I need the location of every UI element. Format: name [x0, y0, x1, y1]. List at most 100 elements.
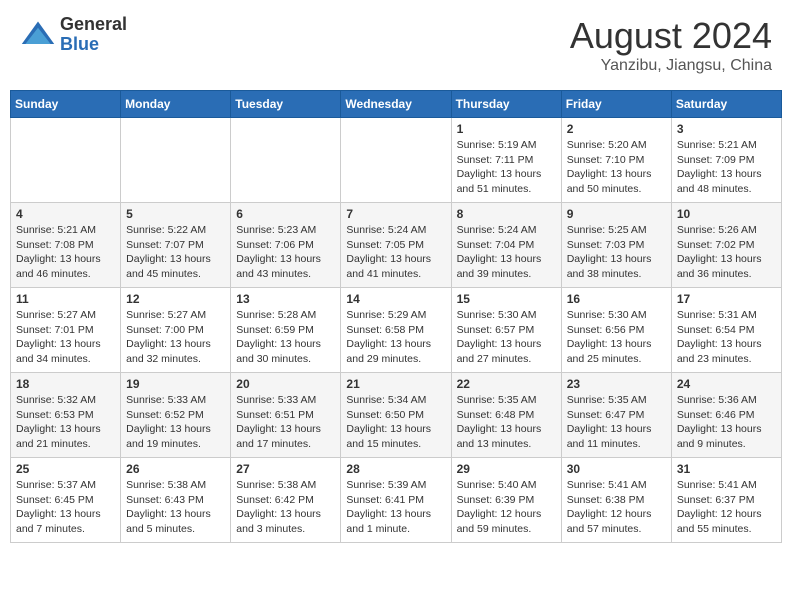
logo-icon — [20, 17, 56, 53]
calendar-cell: 27Sunrise: 5:38 AM Sunset: 6:42 PM Dayli… — [231, 458, 341, 543]
calendar-cell: 20Sunrise: 5:33 AM Sunset: 6:51 PM Dayli… — [231, 373, 341, 458]
day-number: 12 — [126, 292, 225, 306]
day-number: 8 — [457, 207, 556, 221]
calendar-cell: 2 Sunrise: 5:20 AM Sunset: 7:10 PM Daylig… — [561, 118, 671, 203]
calendar-cell: 29Sunrise: 5:40 AM Sunset: 6:39 PM Dayli… — [451, 458, 561, 543]
calendar-cell: 9 Sunrise: 5:25 AM Sunset: 7:03 PM Daylig… — [561, 203, 671, 288]
calendar-week-row: 18 Sunrise: 5:32 AM Sunset: 6:53 PM Dayli… — [11, 373, 782, 458]
day-number: 5 — [126, 207, 225, 221]
weekday-header-friday: Friday — [561, 91, 671, 118]
calendar-cell: 28 Sunrise: 5:39 AM Sunset: 6:41 PM Dayli… — [341, 458, 451, 543]
calendar-cell — [121, 118, 231, 203]
day-info: Sunrise: 5:33 AM Sunset: 6:51 PM Dayligh… — [236, 393, 335, 452]
calendar-cell: 18 Sunrise: 5:32 AM Sunset: 6:53 PM Dayli… — [11, 373, 121, 458]
logo-text: General Blue — [60, 15, 127, 55]
day-number: 26 — [126, 462, 225, 476]
day-info: Sunrise: 5:21 AM Sunset: 7:08 PM Dayligh… — [16, 223, 115, 282]
day-info: Sunrise: 5:23 AM Sunset: 7:06 PM Dayligh… — [236, 223, 335, 282]
day-info: Sunrise: 5:35 AM Sunset: 6:47 PM Dayligh… — [567, 393, 666, 452]
day-info: Sunrise: 5:27 AM Sunset: 7:01 PM Dayligh… — [16, 308, 115, 367]
calendar: SundayMondayTuesdayWednesdayThursdayFrid… — [10, 90, 782, 543]
calendar-cell: 1 Sunrise: 5:19 AM Sunset: 7:11 PM Daylig… — [451, 118, 561, 203]
logo-general: General — [60, 15, 127, 35]
day-info: Sunrise: 5:26 AM Sunset: 7:02 PM Dayligh… — [677, 223, 776, 282]
calendar-cell: 8Sunrise: 5:24 AM Sunset: 7:04 PM Daylig… — [451, 203, 561, 288]
calendar-cell: 15 Sunrise: 5:30 AM Sunset: 6:57 PM Dayli… — [451, 288, 561, 373]
day-info: Sunrise: 5:25 AM Sunset: 7:03 PM Dayligh… — [567, 223, 666, 282]
calendar-cell — [11, 118, 121, 203]
calendar-cell: 6 Sunrise: 5:23 AM Sunset: 7:06 PM Daylig… — [231, 203, 341, 288]
calendar-cell: 23 Sunrise: 5:35 AM Sunset: 6:47 PM Dayli… — [561, 373, 671, 458]
day-number: 1 — [457, 122, 556, 136]
day-number: 2 — [567, 122, 666, 136]
calendar-cell: 14Sunrise: 5:29 AM Sunset: 6:58 PM Dayli… — [341, 288, 451, 373]
day-info: Sunrise: 5:31 AM Sunset: 6:54 PM Dayligh… — [677, 308, 776, 367]
calendar-cell: 13 Sunrise: 5:28 AM Sunset: 6:59 PM Dayli… — [231, 288, 341, 373]
calendar-cell: 30Sunrise: 5:41 AM Sunset: 6:38 PM Dayli… — [561, 458, 671, 543]
calendar-cell: 3 Sunrise: 5:21 AM Sunset: 7:09 PM Daylig… — [671, 118, 781, 203]
day-info: Sunrise: 5:19 AM Sunset: 7:11 PM Dayligh… — [457, 138, 556, 197]
month-title: August 2024 — [570, 15, 772, 57]
calendar-cell: 21 Sunrise: 5:34 AM Sunset: 6:50 PM Dayli… — [341, 373, 451, 458]
day-info: Sunrise: 5:41 AM Sunset: 6:38 PM Dayligh… — [567, 478, 666, 537]
calendar-cell: 17Sunrise: 5:31 AM Sunset: 6:54 PM Dayli… — [671, 288, 781, 373]
day-number: 16 — [567, 292, 666, 306]
weekday-header-wednesday: Wednesday — [341, 91, 451, 118]
weekday-header-tuesday: Tuesday — [231, 91, 341, 118]
title-section: August 2024 Yanzibu, Jiangsu, China — [570, 15, 772, 75]
day-info: Sunrise: 5:20 AM Sunset: 7:10 PM Dayligh… — [567, 138, 666, 197]
day-info: Sunrise: 5:32 AM Sunset: 6:53 PM Dayligh… — [16, 393, 115, 452]
day-info: Sunrise: 5:30 AM Sunset: 6:57 PM Dayligh… — [457, 308, 556, 367]
day-info: Sunrise: 5:30 AM Sunset: 6:56 PM Dayligh… — [567, 308, 666, 367]
calendar-cell: 24Sunrise: 5:36 AM Sunset: 6:46 PM Dayli… — [671, 373, 781, 458]
day-info: Sunrise: 5:35 AM Sunset: 6:48 PM Dayligh… — [457, 393, 556, 452]
calendar-cell — [231, 118, 341, 203]
weekday-header-row: SundayMondayTuesdayWednesdayThursdayFrid… — [11, 91, 782, 118]
day-number: 9 — [567, 207, 666, 221]
day-info: Sunrise: 5:21 AM Sunset: 7:09 PM Dayligh… — [677, 138, 776, 197]
calendar-cell: 26 Sunrise: 5:38 AM Sunset: 6:43 PM Dayli… — [121, 458, 231, 543]
calendar-cell: 16 Sunrise: 5:30 AM Sunset: 6:56 PM Dayli… — [561, 288, 671, 373]
logo-blue: Blue — [60, 35, 127, 55]
day-number: 23 — [567, 377, 666, 391]
day-number: 13 — [236, 292, 335, 306]
day-info: Sunrise: 5:28 AM Sunset: 6:59 PM Dayligh… — [236, 308, 335, 367]
day-number: 3 — [677, 122, 776, 136]
calendar-cell: 11 Sunrise: 5:27 AM Sunset: 7:01 PM Dayli… — [11, 288, 121, 373]
day-number: 31 — [677, 462, 776, 476]
day-number: 22 — [457, 377, 556, 391]
calendar-cell: 5 Sunrise: 5:22 AM Sunset: 7:07 PM Daylig… — [121, 203, 231, 288]
calendar-week-row: 11 Sunrise: 5:27 AM Sunset: 7:01 PM Dayli… — [11, 288, 782, 373]
day-number: 18 — [16, 377, 115, 391]
day-number: 21 — [346, 377, 445, 391]
day-info: Sunrise: 5:33 AM Sunset: 6:52 PM Dayligh… — [126, 393, 225, 452]
day-info: Sunrise: 5:38 AM Sunset: 6:42 PM Dayligh… — [236, 478, 335, 537]
calendar-cell: 19 Sunrise: 5:33 AM Sunset: 6:52 PM Dayli… — [121, 373, 231, 458]
day-number: 19 — [126, 377, 225, 391]
day-info: Sunrise: 5:34 AM Sunset: 6:50 PM Dayligh… — [346, 393, 445, 452]
page-header: General Blue August 2024 Yanzibu, Jiangs… — [10, 10, 782, 80]
day-number: 7 — [346, 207, 445, 221]
day-number: 15 — [457, 292, 556, 306]
day-number: 6 — [236, 207, 335, 221]
day-info: Sunrise: 5:38 AM Sunset: 6:43 PM Dayligh… — [126, 478, 225, 537]
day-info: Sunrise: 5:39 AM Sunset: 6:41 PM Dayligh… — [346, 478, 445, 537]
logo: General Blue — [20, 15, 127, 55]
day-info: Sunrise: 5:37 AM Sunset: 6:45 PM Dayligh… — [16, 478, 115, 537]
weekday-header-thursday: Thursday — [451, 91, 561, 118]
day-info: Sunrise: 5:22 AM Sunset: 7:07 PM Dayligh… — [126, 223, 225, 282]
day-number: 11 — [16, 292, 115, 306]
day-info: Sunrise: 5:40 AM Sunset: 6:39 PM Dayligh… — [457, 478, 556, 537]
calendar-cell: 7 Sunrise: 5:24 AM Sunset: 7:05 PM Daylig… — [341, 203, 451, 288]
day-number: 14 — [346, 292, 445, 306]
calendar-cell: 10 Sunrise: 5:26 AM Sunset: 7:02 PM Dayli… — [671, 203, 781, 288]
calendar-cell — [341, 118, 451, 203]
calendar-week-row: 25Sunrise: 5:37 AM Sunset: 6:45 PM Dayli… — [11, 458, 782, 543]
day-info: Sunrise: 5:41 AM Sunset: 6:37 PM Dayligh… — [677, 478, 776, 537]
day-number: 28 — [346, 462, 445, 476]
day-number: 10 — [677, 207, 776, 221]
day-number: 4 — [16, 207, 115, 221]
day-info: Sunrise: 5:24 AM Sunset: 7:05 PM Dayligh… — [346, 223, 445, 282]
calendar-week-row: 1 Sunrise: 5:19 AM Sunset: 7:11 PM Daylig… — [11, 118, 782, 203]
calendar-cell: 12Sunrise: 5:27 AM Sunset: 7:00 PM Dayli… — [121, 288, 231, 373]
